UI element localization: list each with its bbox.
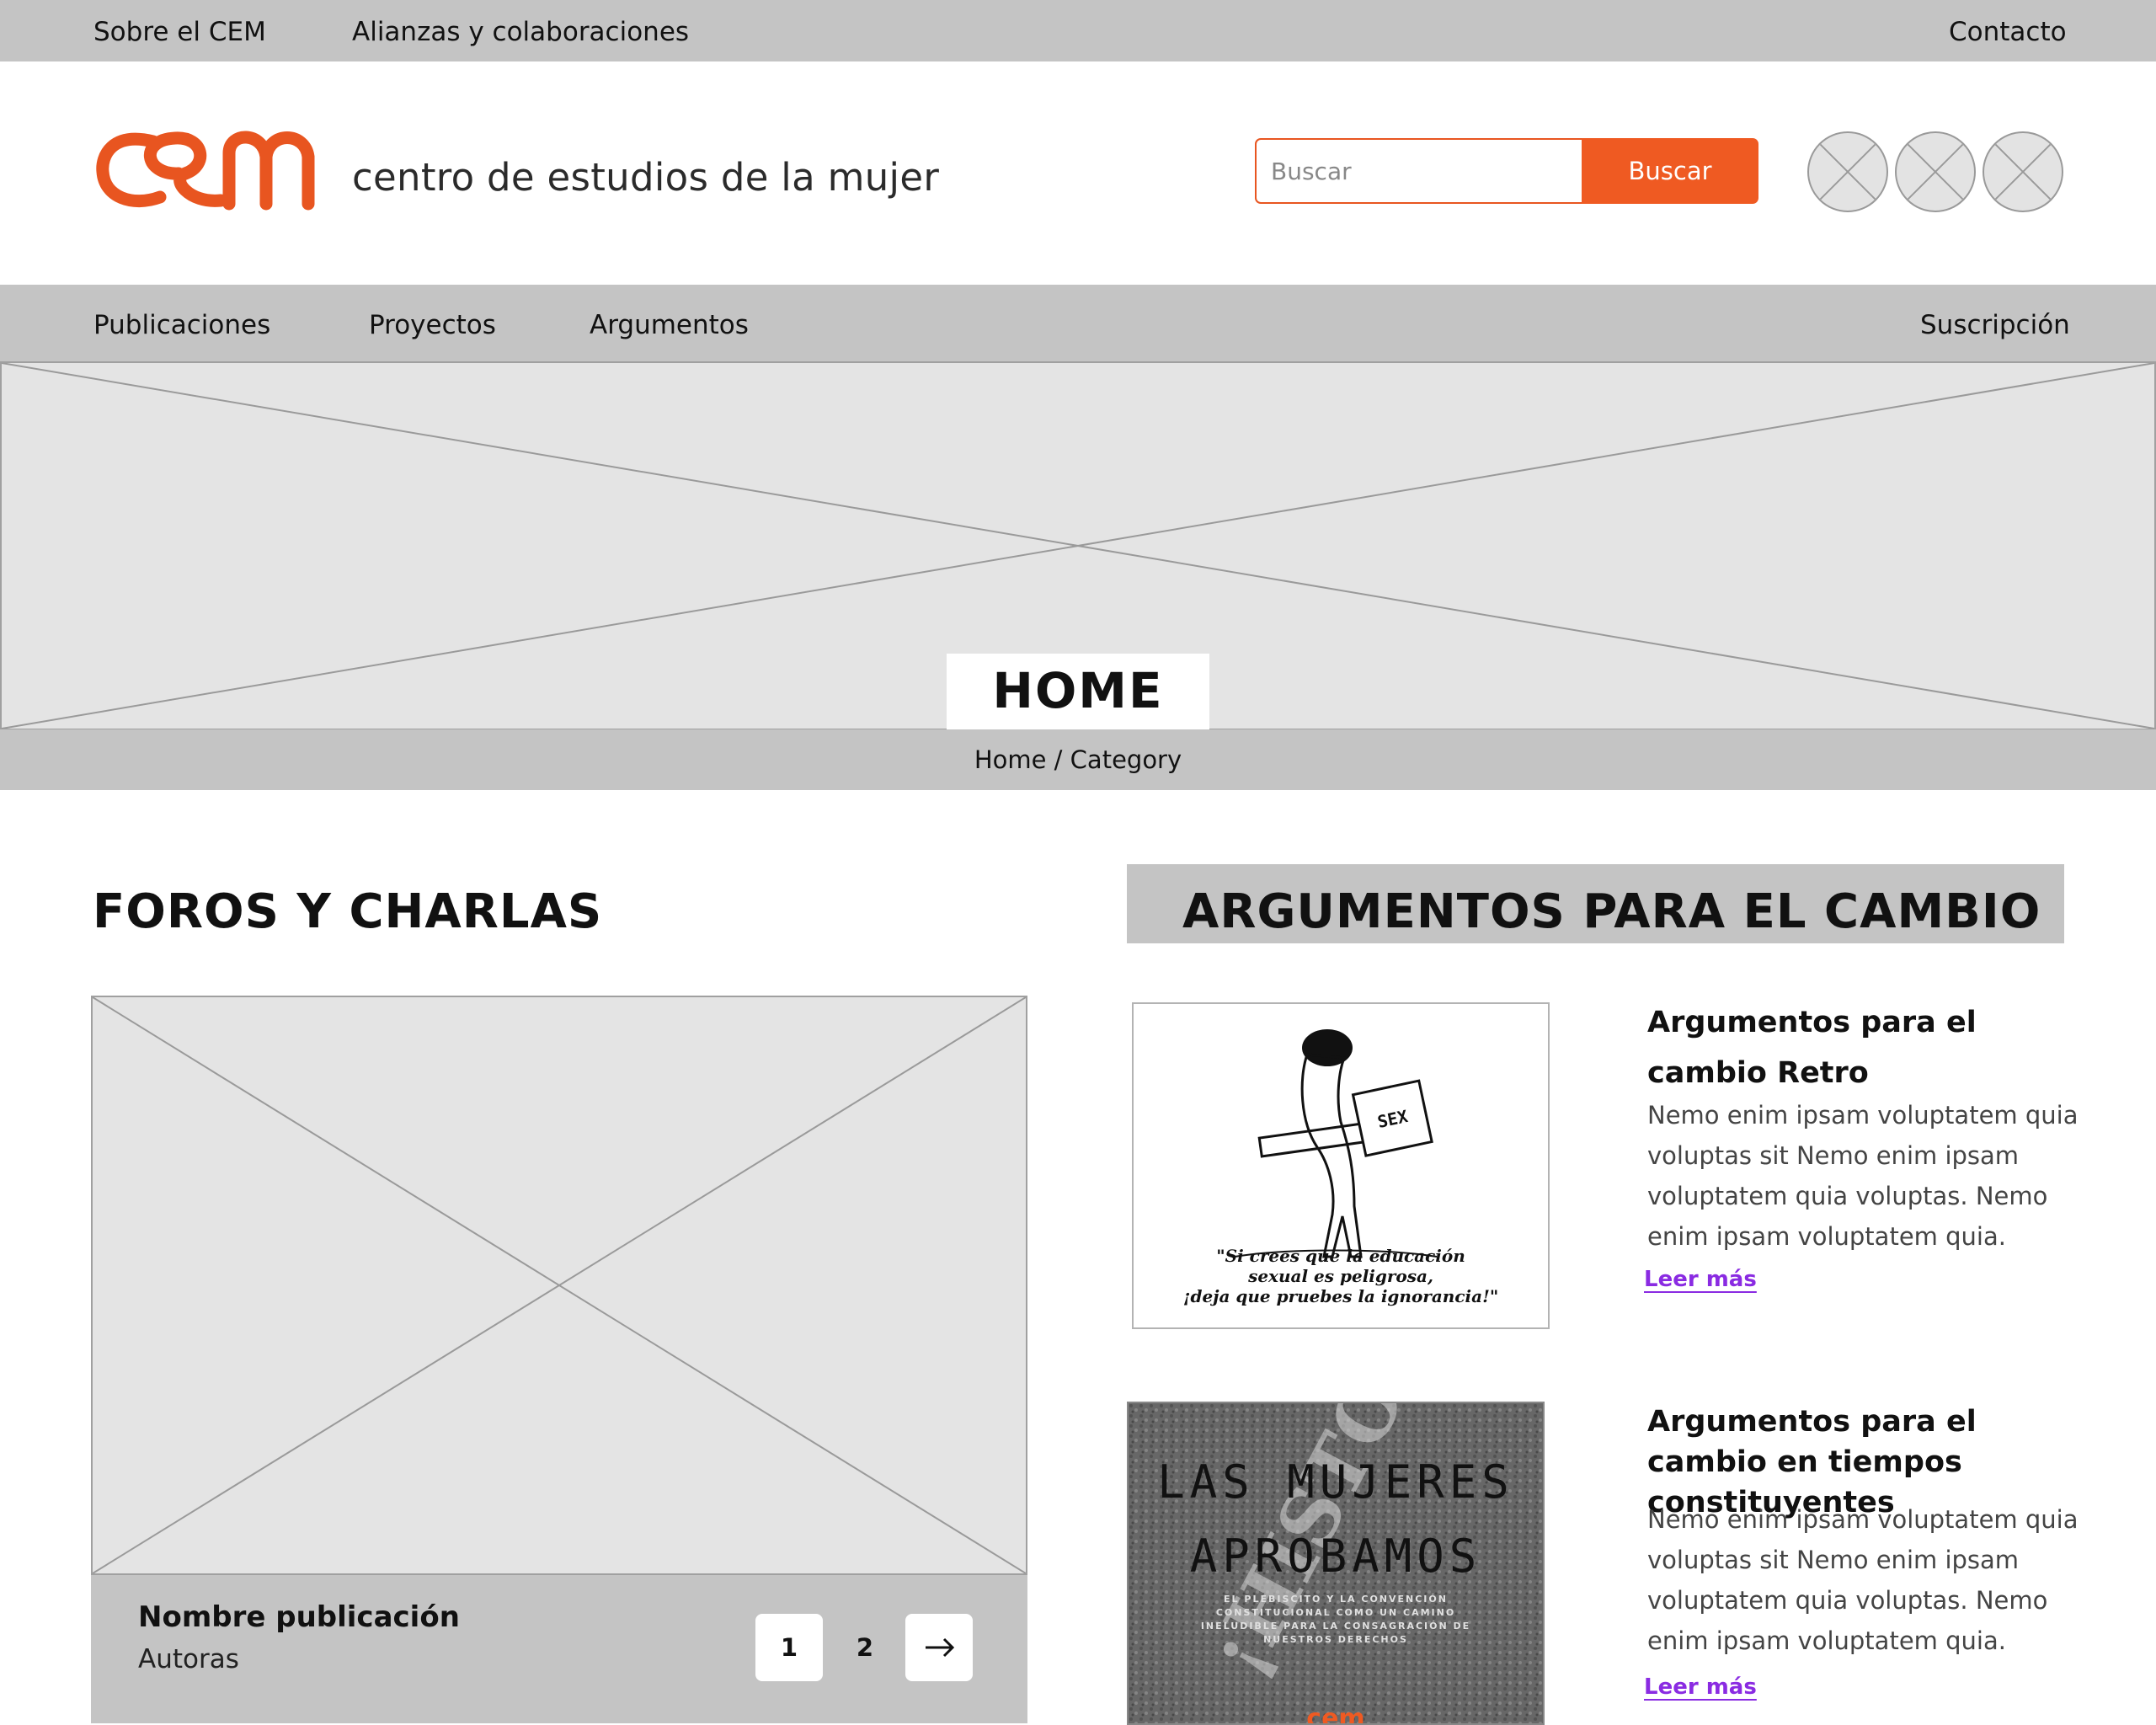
arrow-right-icon[interactable] <box>905 1614 973 1681</box>
nav-publicaciones[interactable]: Publicaciones <box>93 310 270 340</box>
article-1-image[interactable]: SEX "Si crees que la educación sexual es… <box>1132 1002 1550 1329</box>
social-placeholder-icon[interactable] <box>1983 131 2063 212</box>
site-tagline: centro de estudios de la mujer <box>352 155 940 200</box>
caption-line-2: sexual es peligrosa, <box>1247 1266 1433 1286</box>
topnav-alianzas[interactable]: Alianzas y colaboraciones <box>352 17 689 47</box>
article-2-read-more[interactable]: Leer más <box>1644 1674 1757 1700</box>
poster-sub-4: NUESTROS DERECHOS <box>1263 1634 1408 1645</box>
nav-suscripcion[interactable]: Suscripción <box>1920 310 2070 340</box>
social-placeholder-icon[interactable] <box>1895 131 1976 212</box>
topnav-contacto[interactable]: Contacto <box>1949 17 2067 47</box>
poster-sub-1: EL PLEBISCITO Y LA CONVENCIÓN <box>1224 1594 1448 1605</box>
caption-line-1: "Si crees que la educación <box>1216 1246 1465 1266</box>
breadcrumb-bar: Home / Category <box>0 729 2156 790</box>
section-title-argumentos: ARGUMENTOS PARA EL CAMBIO <box>1182 884 2041 939</box>
article-1-excerpt: Nemo enim ipsam voluptatem quia voluptas… <box>1647 1101 2079 1251</box>
card-image-placeholder[interactable] <box>91 996 1027 1575</box>
pagination-page-1[interactable]: 1 <box>755 1614 823 1681</box>
poster-line-2: APROBAMOS <box>1190 1530 1482 1583</box>
article-1-title[interactable]: Argumentos para el cambio Retro <box>1647 997 2085 1098</box>
cem-logo-icon[interactable] <box>94 123 328 216</box>
topnav-sobre-el-cem[interactable]: Sobre el CEM <box>93 17 266 47</box>
article-2-excerpt: Nemo enim ipsam voluptatem quia voluptas… <box>1647 1505 2079 1655</box>
poster-sub-3: INELUDIBLE PARA LA CONSAGRACIÓN DE <box>1201 1621 1470 1632</box>
nav-proyectos[interactable]: Proyectos <box>369 310 496 340</box>
pagination-page-2[interactable]: 2 <box>831 1614 899 1681</box>
article-1-read-more[interactable]: Leer más <box>1644 1267 1757 1292</box>
search-input[interactable] <box>1255 138 1583 204</box>
caption-line-3: ¡deja que pruebes la ignorancia!" <box>1183 1286 1499 1306</box>
top-utility-bar: Sobre el CEM Alianzas y colaboraciones C… <box>0 0 2156 61</box>
breadcrumb[interactable]: Home / Category <box>974 745 1182 774</box>
social-placeholder-icon[interactable] <box>1807 131 1888 212</box>
section-title-foros: FOROS Y CHARLAS <box>93 884 603 939</box>
main-navigation: Publicaciones Proyectos Argumentos Suscr… <box>0 285 2156 362</box>
article-2-image[interactable]: ¡HISTÓRICAS! LAS MUJERES APROBAMOS EL PL… <box>1127 1402 1545 1725</box>
hero-title-box: HOME <box>947 654 1209 731</box>
poster-sub-2: CONSTITUCIONAL COMO UN CAMINO <box>1216 1607 1455 1618</box>
poster-line-1: LAS MUJERES <box>1157 1455 1514 1509</box>
publication-authors: Autoras <box>138 1644 239 1674</box>
search-button[interactable]: Buscar <box>1582 138 1758 204</box>
poster-cem-logo: cem <box>1306 1704 1364 1723</box>
nav-argumentos[interactable]: Argumentos <box>590 310 749 340</box>
publication-name[interactable]: Nombre publicación <box>138 1600 460 1634</box>
page-title: HOME <box>992 662 1164 719</box>
